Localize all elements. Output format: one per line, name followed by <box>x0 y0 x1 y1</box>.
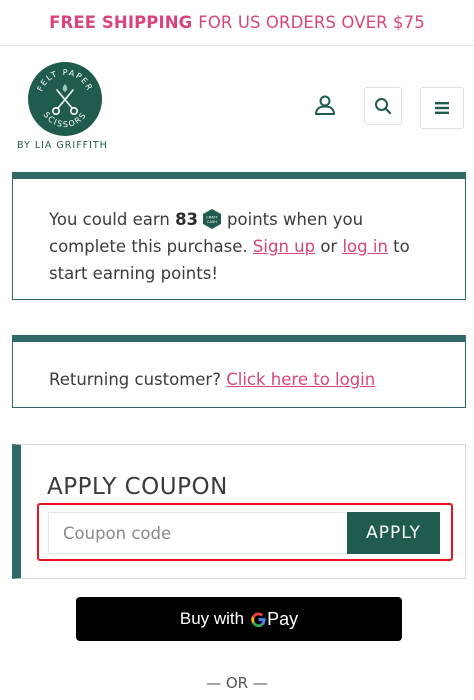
account-button[interactable] <box>310 90 340 120</box>
svg-text:CRAFT: CRAFT <box>206 216 218 220</box>
or-divider: — OR — <box>206 674 268 692</box>
logo-byline: BY LIA GRIFFITH <box>17 140 108 151</box>
gpay-pay-text: Pay <box>267 608 299 629</box>
points-prefix: You could earn <box>49 210 170 229</box>
coupon-heading: APPLY COUPON <box>47 474 228 500</box>
google-pay-button[interactable]: Buy with Pay <box>76 597 402 641</box>
gpay-label: Buy with <box>179 609 245 628</box>
returning-customer-notice: Returning customer? Click here to login <box>12 335 466 408</box>
site-logo[interactable]: FELT PAPER SCISSORS <box>28 62 102 136</box>
craft-cash-icon: CRAFT CASH <box>203 209 222 229</box>
leaf-icon <box>62 84 68 92</box>
returning-text: Returning customer? <box>49 370 221 389</box>
svg-text:CASH: CASH <box>207 220 217 224</box>
log-in-link[interactable]: log in <box>342 237 387 256</box>
logo-bottom-text: SCISSORS <box>42 110 87 129</box>
points-notice: You could earn 83 CRAFT CASH points when… <box>12 172 466 300</box>
apply-coupon-button[interactable]: APPLY <box>347 512 440 554</box>
svg-text:SCISSORS: SCISSORS <box>42 110 89 129</box>
points-amount: 83 <box>175 210 199 229</box>
scissors-icon <box>51 89 78 115</box>
points-or: or <box>320 237 338 256</box>
google-g-icon <box>251 612 266 627</box>
points-message: You could earn 83 CRAFT CASH points when… <box>49 206 429 287</box>
menu-icon <box>435 102 449 114</box>
search-icon <box>375 98 392 115</box>
coupon-section: APPLY COUPON APPLY <box>12 444 466 579</box>
menu-button[interactable] <box>420 87 464 129</box>
account-icon <box>315 95 335 115</box>
promo-bold-text: FREE SHIPPING <box>49 13 193 32</box>
logo-mark: FELT PAPER SCISSORS <box>35 68 93 129</box>
login-link[interactable]: Click here to login <box>226 370 375 389</box>
sign-up-link[interactable]: Sign up <box>253 237 315 256</box>
promo-text: FOR US ORDERS OVER $75 <box>198 13 425 32</box>
search-button[interactable] <box>364 87 402 125</box>
promo-banner: FREE SHIPPING FOR US ORDERS OVER $75 <box>0 0 474 46</box>
coupon-code-input[interactable] <box>48 512 348 554</box>
coupon-form: APPLY <box>37 503 453 561</box>
returning-message: Returning customer? Click here to login <box>49 370 375 389</box>
